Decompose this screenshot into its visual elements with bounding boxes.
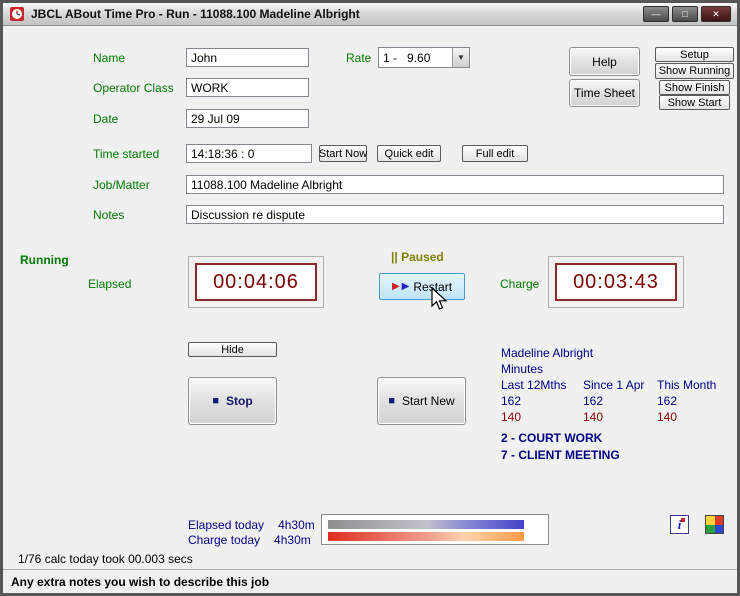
status-text: Any extra notes you wish to describe thi… bbox=[11, 575, 269, 589]
title-bar: JBCL ABout Time Pro - Run - 11088.100 Ma… bbox=[3, 3, 737, 26]
charge-display-panel: 00:03:43 bbox=[548, 256, 684, 308]
elapsed-today: Elapsed today4h30m bbox=[188, 518, 315, 532]
notes-label: Notes bbox=[93, 208, 124, 222]
stats-row1-cell: 162 bbox=[657, 394, 677, 408]
close-icon[interactable]: ✕ bbox=[701, 6, 731, 22]
quick-edit-button[interactable]: Quick edit bbox=[377, 145, 441, 162]
running-status: Running bbox=[20, 253, 69, 267]
app-window: JBCL ABout Time Pro - Run - 11088.100 Ma… bbox=[0, 0, 740, 596]
pause-icon: || bbox=[391, 250, 398, 264]
calc-note: 1/76 calc today took 00.003 secs bbox=[18, 552, 193, 566]
stats-col-last12: Last 12Mths bbox=[501, 378, 566, 392]
setup-button[interactable]: Setup bbox=[655, 47, 734, 62]
stats-row2-cell: 140 bbox=[501, 410, 521, 424]
operator-class-input[interactable] bbox=[186, 78, 309, 97]
notes-input[interactable] bbox=[186, 205, 724, 224]
rate-select[interactable]: 1 - 9.60 ▼ bbox=[378, 47, 470, 68]
stats-col-since: Since 1 Apr bbox=[583, 378, 644, 392]
show-running-button[interactable]: Show Running bbox=[655, 63, 734, 79]
name-label: Name bbox=[93, 51, 125, 65]
rate-label: Rate bbox=[346, 51, 371, 65]
app-icon bbox=[9, 6, 25, 22]
minutes-label: Minutes bbox=[501, 362, 543, 376]
charge-progress-bar bbox=[328, 532, 524, 541]
client-name: Madeline Albright bbox=[501, 346, 593, 360]
time-started-label: Time started bbox=[93, 147, 159, 161]
rate-value: 1 - 9.60 bbox=[379, 51, 452, 65]
elapsed-display-panel: 00:04:06 bbox=[188, 256, 324, 308]
charge-time-display: 00:03:43 bbox=[555, 263, 677, 301]
stop-button-label: Stop bbox=[226, 394, 253, 408]
stop-button[interactable]: ■ Stop bbox=[188, 377, 277, 425]
today-progress-panel bbox=[321, 514, 549, 545]
stats-row1-cell: 162 bbox=[501, 394, 521, 408]
hide-button[interactable]: Hide bbox=[188, 342, 277, 357]
job-matter-label: Job/Matter bbox=[93, 178, 150, 192]
operator-class-label: Operator Class bbox=[93, 81, 174, 95]
name-input[interactable] bbox=[186, 48, 309, 67]
stats-row2-cell: 140 bbox=[657, 410, 677, 424]
palette-icon[interactable] bbox=[705, 515, 724, 534]
paused-status: || Paused bbox=[391, 250, 444, 264]
date-input[interactable] bbox=[186, 109, 309, 128]
restart-button-label: Restart bbox=[413, 280, 452, 294]
stats-row1-cell: 162 bbox=[583, 394, 603, 408]
category-court-work: 2 - COURT WORK bbox=[501, 431, 602, 445]
stop-icon: ■ bbox=[212, 396, 219, 407]
start-new-button[interactable]: ■ Start New bbox=[377, 377, 466, 425]
stats-row2-cell: 140 bbox=[583, 410, 603, 424]
stats-col-month: This Month bbox=[657, 378, 716, 392]
status-bar: Any extra notes you wish to describe thi… bbox=[3, 569, 737, 593]
start-now-button[interactable]: Start Now bbox=[319, 145, 367, 162]
info-icon[interactable]: i bbox=[670, 515, 689, 534]
show-finish-button[interactable]: Show Finish bbox=[659, 80, 730, 95]
restart-red-arrow-icon: ▶ bbox=[392, 282, 400, 292]
help-button[interactable]: Help bbox=[569, 47, 640, 76]
full-edit-button[interactable]: Full edit bbox=[462, 145, 528, 162]
start-new-button-label: Start New bbox=[402, 394, 455, 408]
charge-label: Charge bbox=[500, 277, 539, 291]
charge-today: Charge today4h30m bbox=[188, 533, 311, 547]
elapsed-progress-bar bbox=[328, 520, 524, 529]
minimize-icon[interactable]: — bbox=[643, 6, 669, 22]
job-matter-input[interactable] bbox=[186, 175, 724, 194]
category-client-meeting: 7 - CLIENT MEETING bbox=[501, 448, 620, 462]
show-start-button[interactable]: Show Start bbox=[659, 95, 730, 110]
elapsed-label: Elapsed bbox=[88, 277, 131, 291]
restart-blue-arrow-icon: ▶ bbox=[402, 282, 410, 292]
restart-button[interactable]: ▶ ▶ Restart bbox=[379, 273, 465, 300]
window-title: JBCL ABout Time Pro - Run - 11088.100 Ma… bbox=[31, 7, 360, 21]
maximize-icon[interactable]: □ bbox=[672, 6, 698, 22]
time-started-input[interactable] bbox=[186, 144, 312, 163]
elapsed-time-display: 00:04:06 bbox=[195, 263, 317, 301]
time-sheet-button[interactable]: Time Sheet bbox=[569, 79, 640, 107]
chevron-down-icon[interactable]: ▼ bbox=[452, 48, 469, 67]
start-new-icon: ■ bbox=[388, 396, 395, 407]
date-label: Date bbox=[93, 112, 118, 126]
